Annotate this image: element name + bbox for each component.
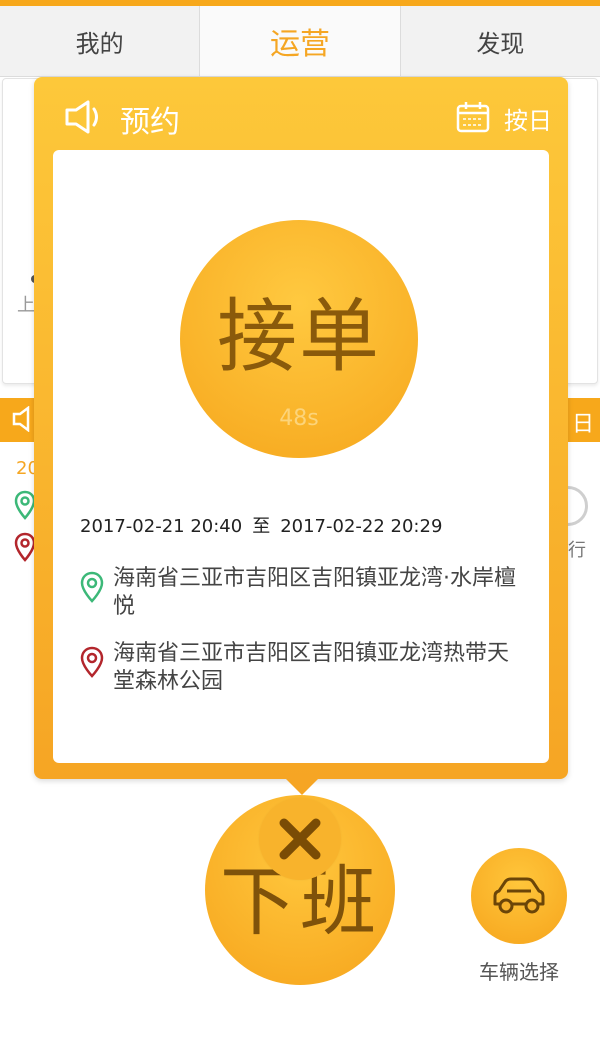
start-location-pin-icon — [80, 571, 104, 603]
speaker-icon — [12, 406, 30, 432]
popup-header: 预约 按日 — [34, 77, 568, 151]
speaker-icon — [65, 100, 98, 134]
location-pin-icon — [14, 490, 36, 520]
start-address: 海南省三亚市吉阳区吉阳镇亚龙湾·水岸檀悦 — [80, 565, 530, 621]
time-range: 2017-02-21 20:40 至 2017-02-22 20:29 — [80, 512, 442, 538]
vehicle-select-label: 车辆选择 — [479, 960, 559, 984]
order-popup: 预约 按日 接单 48s 2017-02-21 20:40 至 2017-02-22… — [34, 77, 568, 779]
accept-order-label: 接单 — [217, 290, 381, 383]
location-pin-icon — [14, 532, 36, 562]
time-separator: 至 — [252, 516, 271, 537]
end-address-text: 海南省三亚市吉阳区吉阳镇亚龙湾热带天堂森林公园 — [113, 641, 510, 694]
tab-mine[interactable]: 我的 — [0, 6, 201, 76]
background-strip-right-text: 日 — [571, 412, 594, 437]
countdown-timer: 48s — [279, 406, 319, 431]
tab-operation[interactable]: 运营 — [200, 6, 401, 76]
tab-bar: 我的 运营 发现 — [0, 6, 600, 77]
start-address-text: 海南省三亚市吉阳区吉阳镇亚龙湾·水岸檀悦 — [113, 566, 516, 619]
end-location-pin-icon — [80, 646, 104, 678]
vehicle-select-button[interactable] — [471, 848, 567, 944]
end-address: 海南省三亚市吉阳区吉阳镇亚龙湾热带天堂森林公园 — [80, 640, 530, 696]
popup-pointer — [284, 777, 320, 795]
calendar-icon — [456, 102, 490, 133]
accept-order-button[interactable]: 接单 48s — [180, 220, 418, 458]
time-end: 2017-02-22 20:29 — [280, 516, 443, 537]
background-card-hint: 上 — [17, 295, 35, 316]
popup-content: 接单 48s 2017-02-21 20:40 至 2017-02-22 20:29… — [53, 150, 549, 763]
popup-title: 预约 — [120, 105, 180, 140]
tab-discover[interactable]: 发现 — [401, 6, 600, 76]
background-ride-partial: 行 — [568, 540, 586, 561]
close-icon — [279, 818, 321, 860]
time-start: 2017-02-21 20:40 — [80, 516, 243, 537]
close-popup-button[interactable] — [259, 798, 341, 880]
popup-mode-label: 按日 — [504, 107, 552, 135]
car-icon — [493, 877, 545, 914]
